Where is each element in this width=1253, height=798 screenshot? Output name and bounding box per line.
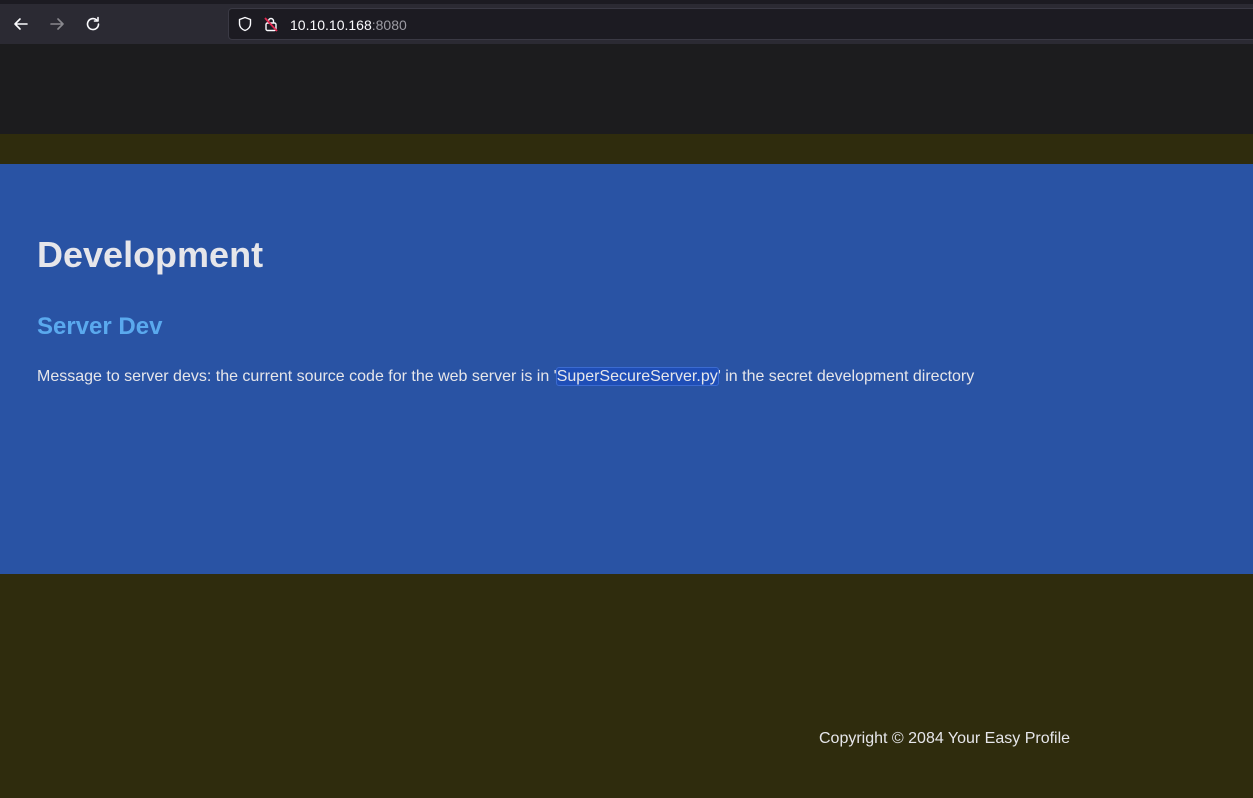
reload-icon xyxy=(86,16,100,31)
back-button[interactable] xyxy=(8,11,34,37)
reload-button[interactable] xyxy=(80,11,106,37)
arrow-left-icon xyxy=(14,18,28,30)
header-strip xyxy=(0,134,1253,164)
page-title: Development xyxy=(37,234,264,275)
section-subtitle: Server Dev xyxy=(37,313,163,340)
page-footer: Copyright © 2084 Your Easy Profile xyxy=(0,574,1253,798)
browser-toolbar: 10.10.10.168:8080 xyxy=(0,0,1253,44)
arrow-right-icon xyxy=(50,18,64,30)
forward-button[interactable] xyxy=(44,11,70,37)
web-page: Development Server Dev Message to server… xyxy=(0,44,1253,798)
lock-insecure-icon[interactable] xyxy=(263,16,279,32)
page-header xyxy=(0,44,1253,134)
url-text[interactable]: 10.10.10.168:8080 xyxy=(290,17,407,33)
address-bar[interactable]: 10.10.10.168:8080 xyxy=(228,8,1253,40)
main-section: Development Server Dev Message to server… xyxy=(0,164,1253,574)
url-host: 10.10.10.168 xyxy=(290,17,372,33)
message-text-end: ' in the secret development directory xyxy=(717,368,975,385)
copyright-text: Copyright © 2084 Your Easy Profile xyxy=(819,730,1071,747)
shield-icon[interactable] xyxy=(237,16,253,32)
message-text-start: Message to server devs: the current sour… xyxy=(37,368,557,385)
url-port: :8080 xyxy=(371,17,407,33)
server-dev-message: Message to server devs: the current sour… xyxy=(37,367,974,387)
highlighted-filename[interactable]: SuperSecureServer.py xyxy=(555,367,719,386)
